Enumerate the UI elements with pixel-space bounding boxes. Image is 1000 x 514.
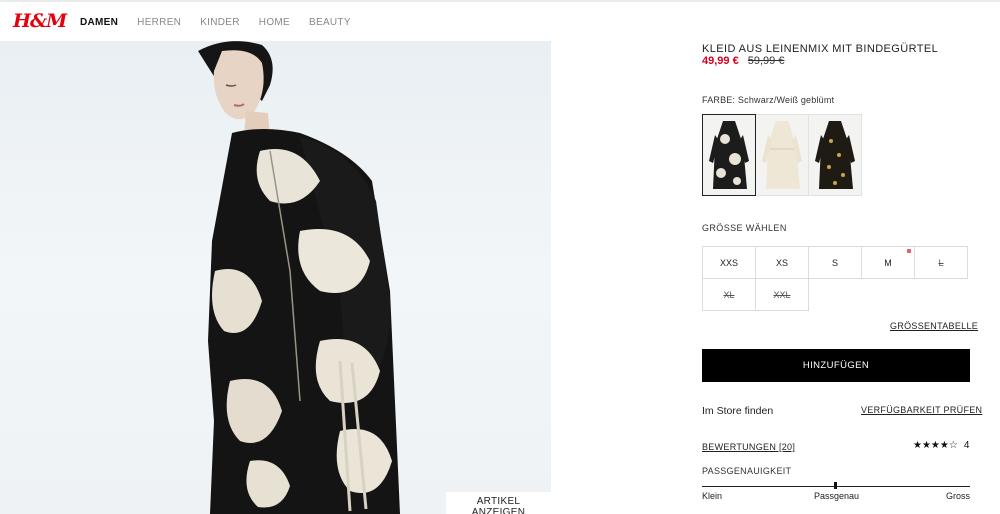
size-option-xxl[interactable]: XXL — [755, 278, 809, 311]
swatch-black-floral[interactable] — [808, 114, 862, 196]
show-article-button[interactable]: ARTIKEL ANZEIGEN — [446, 492, 551, 514]
size-row: XXS XS S M L — [702, 246, 970, 279]
nav-item-kinder[interactable]: KINDER — [200, 17, 240, 28]
size-option-xl[interactable]: XL — [702, 278, 756, 311]
size-option-xs[interactable]: XS — [755, 246, 809, 279]
fit-scale-max: Gross — [946, 491, 971, 501]
size-chart-link[interactable]: GRÖSSENTABELLE — [890, 321, 978, 331]
nav-item-beauty[interactable]: BEAUTY — [309, 17, 351, 28]
size-option-m[interactable]: M — [861, 246, 915, 279]
hm-logo[interactable]: H&M — [13, 10, 67, 32]
size-label: GRÖSSE WÄHLEN — [702, 223, 787, 233]
size-option-l[interactable]: L — [914, 246, 968, 279]
rating-value: 4 — [963, 440, 970, 451]
product-title: KLEID AUS LEINENMIX MIT BINDEGÜRTEL — [702, 43, 939, 55]
dress-thumbnail — [762, 121, 802, 189]
fit-scale-min: Klein — [702, 491, 723, 501]
dress-thumbnail — [709, 121, 749, 189]
rating-summary: ★★★★☆ 4 — [913, 440, 969, 451]
size-row: XL XXL — [702, 278, 970, 311]
color-label: FARBE: Schwarz/Weiß geblümt — [702, 95, 835, 105]
model-illustration — [198, 41, 400, 514]
product-image[interactable]: ARTIKEL ANZEIGEN — [0, 41, 551, 514]
size-option-s[interactable]: S — [808, 246, 862, 279]
reviews-link[interactable]: BEWERTUNGEN [20] — [702, 442, 795, 452]
low-stock-indicator — [907, 249, 911, 253]
nav-item-damen[interactable]: DAMEN — [80, 17, 118, 28]
color-swatches — [702, 114, 862, 196]
fit-scale-marker — [834, 482, 837, 489]
store-find-label: Im Store finden — [702, 405, 774, 417]
size-option-xxs[interactable]: XXS — [702, 246, 756, 279]
nav-item-home[interactable]: HOME — [259, 17, 290, 28]
sale-price: 49,99 € — [702, 55, 739, 67]
original-price: 59,99 € — [747, 55, 785, 67]
fit-label: PASSGENAUIGKEIT — [702, 466, 792, 476]
check-availability-link[interactable]: VERFÜGBARKEIT PRÜFEN — [861, 405, 982, 415]
add-to-cart-button[interactable]: HINZUFÜGEN — [702, 349, 970, 382]
swatch-black-white-floral[interactable] — [702, 114, 756, 196]
price-row: 49,99 € 59,99 € — [702, 55, 784, 67]
main-nav: DAMEN HERREN KINDER HOME BEAUTY — [80, 17, 370, 28]
dress-thumbnail — [815, 121, 855, 189]
size-grid: XXS XS S M L XL XXL — [702, 246, 970, 311]
star-rating-icon: ★★★★☆ — [913, 440, 958, 451]
swatch-cream[interactable] — [755, 114, 809, 196]
nav-item-herren[interactable]: HERREN — [137, 17, 181, 28]
site-header: H&M DAMEN HERREN KINDER HOME BEAUTY — [0, 2, 1000, 41]
size-option-m-label: M — [884, 257, 892, 268]
fit-scale-mid: Passgenau — [814, 491, 860, 501]
